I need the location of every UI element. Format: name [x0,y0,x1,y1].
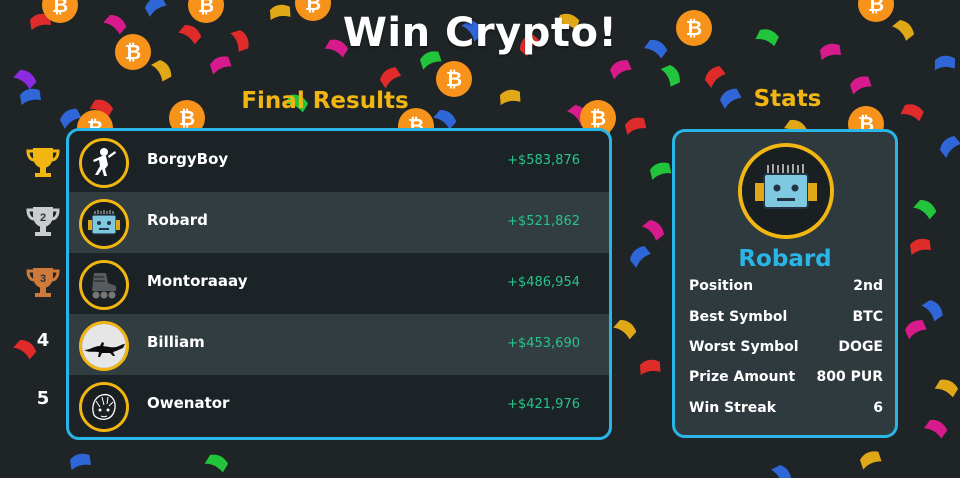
confetti-piece [70,453,92,471]
confetti-piece [642,220,665,241]
stat-value: DOGE [838,339,883,355]
bronze-trophy-icon: 3 [24,262,62,302]
confetti-piece [613,319,637,340]
player-winnings: +$583,876 [507,153,580,168]
stat-value: BTC [852,309,884,325]
confetti-piece [433,109,457,130]
confetti-piece [913,199,937,220]
final-results-heading: Final Results [241,88,409,114]
stat-row-prize-amount: Prize Amount 800 PUR [689,369,883,391]
silver-trophy-icon: 2 [24,201,62,241]
player-winnings: +$453,690 [507,336,580,351]
player-name: Billiam [147,333,205,351]
final-results-board: BorgyBoy +$583,876 Robard +$521,862 Mont… [66,128,612,440]
player-row-borgyboy[interactable]: BorgyBoy +$583,876 [69,131,609,192]
stats-player-name: Robard [738,246,832,272]
confetti-piece [934,379,959,398]
player-name: Robard [147,211,208,229]
confetti-piece [900,104,924,122]
stats-panel: Robard Position 2nd Best Symbol BTC Wors… [672,129,898,438]
confetti-piece [210,56,232,75]
confetti-piece [20,88,42,106]
confetti-piece [610,60,632,80]
lizard-avatar-icon [79,321,129,371]
rank-3-label: 3 [40,273,46,285]
rank-5-label: 5 [36,388,50,409]
rank-2-label: 2 [40,212,46,224]
svg-text:₿: ₿ [446,67,462,91]
player-winnings: +$486,954 [507,275,580,290]
confetti-piece [630,245,651,268]
stat-label: Worst Symbol [689,339,799,355]
confetti-piece [650,162,672,180]
confetti-piece [905,320,927,340]
stat-label: Win Streak [689,400,777,416]
player-row-owenator[interactable]: Owenator +$421,976 [69,375,609,436]
svg-text:₿: ₿ [590,106,606,130]
rank-4-label: 4 [36,330,50,351]
confetti-piece [204,454,229,473]
stat-row-win-streak: Win Streak 6 [689,400,883,422]
confetti-piece [921,300,943,322]
svg-text:₿: ₿ [179,106,195,130]
confetti-piece [500,89,521,106]
confetti-piece [640,359,661,376]
stat-label: Position [689,278,754,294]
confetti-piece [923,419,948,439]
stat-label: Best Symbol [689,309,788,325]
confetti-piece [625,117,647,135]
confetti-piece [860,451,882,470]
confetti-piece [934,55,956,71]
confetti-piece [910,238,932,256]
stat-row-worst-symbol: Worst Symbol DOGE [689,339,883,361]
player-name: Montoraaay [147,272,248,290]
confetti-piece [151,60,172,82]
player-name: Owenator [147,394,230,412]
stat-value: 6 [873,400,883,416]
player-row-robard[interactable]: Robard +$521,862 [69,192,609,253]
robot-avatar-icon [79,199,129,249]
confetti-piece [705,65,726,88]
stat-row-best-symbol: Best Symbol BTC [689,309,883,331]
player-row-billiam[interactable]: Billiam +$453,690 [69,314,609,375]
confetti-piece [771,465,792,478]
stat-row-position: Position 2nd [689,278,883,300]
sketch-face-avatar-icon [79,382,129,432]
stat-value: 2nd [853,278,883,294]
confetti-piece [660,65,680,87]
player-winnings: +$521,862 [507,214,580,229]
stat-label: Prize Amount [689,369,796,385]
rollerskate-avatar-icon [79,260,129,310]
confetti-piece [380,67,402,89]
player-name: BorgyBoy [147,150,229,168]
stats-heading: Stats [753,86,822,112]
skater-avatar-icon [79,138,129,188]
confetti-piece [13,69,37,90]
page-title: Win Crypto! [342,10,618,56]
stat-value: 800 PUR [816,369,883,385]
confetti-piece [850,76,872,95]
bitcoin-coin-icon: ₿ [436,61,472,97]
player-winnings: +$421,976 [507,397,580,412]
robot-avatar-icon [738,143,834,239]
confetti-piece [940,135,960,158]
gold-trophy-icon [24,142,62,182]
player-row-montoraaay[interactable]: Montoraaay +$486,954 [69,253,609,314]
